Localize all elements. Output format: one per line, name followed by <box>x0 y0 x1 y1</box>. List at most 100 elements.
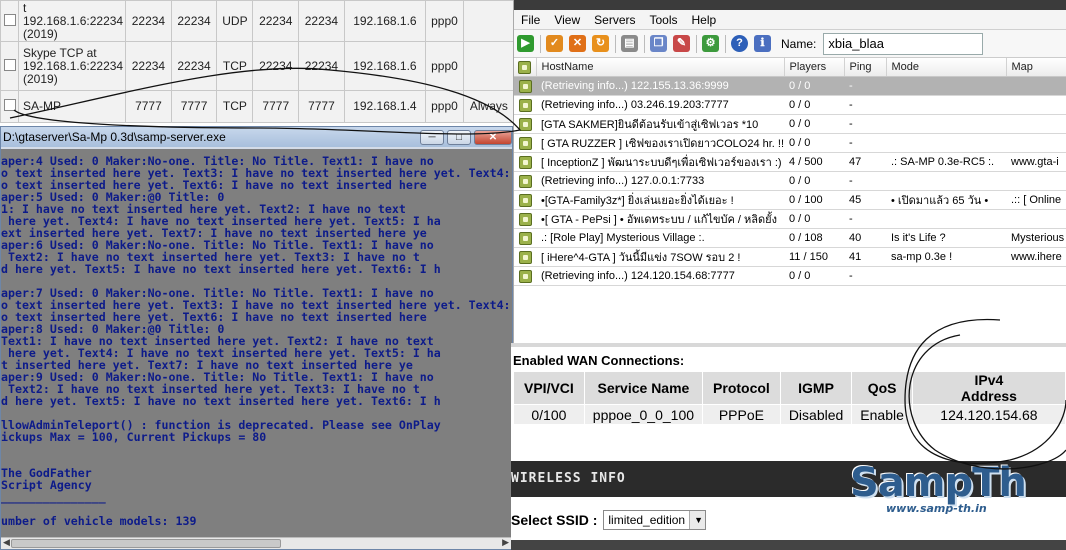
close-button[interactable]: ✕ <box>474 129 512 145</box>
server-players: 11 / 150 <box>784 247 844 267</box>
pf-cell-int-end: 22234 <box>298 0 345 42</box>
column-players[interactable]: Players <box>784 58 845 77</box>
server-properties-icon[interactable]: ▤ <box>621 35 638 52</box>
toolbar-separator <box>540 34 541 53</box>
scroll-right-icon[interactable]: ▶ <box>502 537 509 548</box>
lock-icon <box>518 212 532 226</box>
wan-qos: Enable <box>851 404 913 425</box>
copy-icon[interactable]: ❐ <box>650 35 667 52</box>
server-map <box>1006 114 1066 134</box>
delete-server-icon[interactable]: ✕ <box>569 35 586 52</box>
server-players: 0 / 0 <box>784 266 844 286</box>
row-checkbox[interactable] <box>3 58 16 71</box>
column-ping[interactable]: Ping <box>844 58 887 77</box>
row-checkbox[interactable] <box>3 13 16 26</box>
server-ping: - <box>844 95 886 115</box>
row-checkbox-cell <box>0 0 19 42</box>
lock-cell <box>514 76 536 96</box>
lock-cell <box>514 152 536 172</box>
server-ping: 45 <box>844 190 886 210</box>
help-icon[interactable]: ? <box>731 35 748 52</box>
row-checkbox-cell <box>0 90 19 123</box>
pf-cell-iface: ppp0 <box>425 0 464 42</box>
ssid-label: Select SSID : <box>511 512 598 528</box>
password-column-header[interactable] <box>514 58 537 77</box>
menu-view[interactable]: View <box>547 13 587 27</box>
chevron-down-icon[interactable]: ▼ <box>689 511 706 529</box>
console-horizontal-scrollbar[interactable]: ◀ ▶ <box>1 537 512 549</box>
window-top-strip <box>514 0 1066 10</box>
server-players: 4 / 500 <box>784 152 844 172</box>
lock-cell <box>514 209 536 229</box>
column-hostname[interactable]: HostName <box>536 58 785 77</box>
toolbar-separator <box>615 34 616 53</box>
pf-cell-protocol: UDP <box>216 0 254 42</box>
server-row[interactable]: (Retrieving info...) 127.0.0.1:7733 0 / 0… <box>514 171 1066 191</box>
wan-col-igmp: IGMP <box>779 371 853 405</box>
lock-cell <box>514 228 536 248</box>
server-row[interactable]: [ iHere^4-GTA ] วันนี้มีแข่ง 7SOW รอบ 2 … <box>514 247 1066 267</box>
wan-col-ipv4: IPv4 Address <box>911 371 1066 405</box>
about-icon[interactable]: ℹ <box>754 35 771 52</box>
lock-icon <box>518 60 532 74</box>
minimize-button[interactable]: ─ <box>420 129 444 145</box>
server-row[interactable]: (Retrieving info...) 122.155.13.36:9999 0… <box>514 76 1066 96</box>
toolbar-separator <box>725 34 726 53</box>
pf-cell-name: SA-MP <box>17 90 127 123</box>
server-row[interactable]: •[ GTA - PePsi ] • อัพเดทระบบ / แก้ไขบัค… <box>514 209 1066 229</box>
server-mode <box>886 209 1006 229</box>
player-name-input[interactable] <box>823 32 984 55</box>
lock-icon <box>518 79 532 93</box>
server-mode <box>886 114 1006 134</box>
ssid-row: Select SSID : limited_edition ▼ <box>511 510 707 530</box>
server-row[interactable]: [ GTA RUZZER ] เซิฟของเราเปิดยาวCOLO24 h… <box>514 133 1066 153</box>
server-row[interactable]: (Retrieving info...) 124.120.154.68:7777… <box>514 266 1066 286</box>
menu-help[interactable]: Help <box>685 13 724 27</box>
menu-file[interactable]: File <box>514 13 547 27</box>
server-ping: - <box>844 114 886 134</box>
refresh-icon[interactable]: ↻ <box>592 35 609 52</box>
ssid-select[interactable]: limited_edition ▼ <box>603 510 707 530</box>
port-forward-table: t 192.168.1.6:22234 (2019) 22234 22234 UDP 2… <box>0 0 515 127</box>
server-mode: Is it's Life ? <box>886 228 1006 248</box>
server-host: [ InceptionZ ] พัฒนาระบบดีๆเพื่อเซิฟเวอร… <box>536 152 784 172</box>
pf-cell-protocol: TCP <box>216 90 254 123</box>
server-row[interactable]: •[GTA-Family3z*] ยิ่งเล่นเยอะยิ่งได้เยอะ… <box>514 190 1066 210</box>
pf-cell-ext-start: 22234 <box>125 41 172 91</box>
server-players: 0 / 0 <box>784 209 844 229</box>
server-ping: - <box>844 209 886 229</box>
lock-cell <box>514 266 536 286</box>
add-server-icon[interactable]: ✓ <box>546 35 563 52</box>
console-titlebar[interactable]: D:\gtaserver\Sa-Mp 0.3d\samp-server.exe … <box>1 127 512 147</box>
server-row[interactable]: (Retrieving info...) 03.246.19.203:7777 0… <box>514 95 1066 115</box>
pf-cell-int-start: 22234 <box>252 41 300 91</box>
connect-icon[interactable]: ▶ <box>517 35 534 52</box>
column-map[interactable]: Map <box>1006 58 1066 77</box>
edit-icon[interactable]: ✎ <box>673 35 690 52</box>
pf-cell-ext-end: 7777 <box>170 90 218 123</box>
lock-cell <box>514 171 536 191</box>
server-players: 0 / 0 <box>784 171 844 191</box>
column-mode[interactable]: Mode <box>886 58 1007 77</box>
maximize-button[interactable]: □ <box>447 129 471 145</box>
server-players: 0 / 100 <box>784 190 844 210</box>
wan-igmp: Disabled <box>779 404 853 425</box>
scroll-left-icon[interactable]: ◀ <box>3 537 10 548</box>
lock-cell <box>514 133 536 153</box>
name-label: Name: <box>781 36 817 51</box>
menu-tools[interactable]: Tools <box>642 13 684 27</box>
lock-cell <box>514 114 536 134</box>
server-ping: - <box>844 171 886 191</box>
server-row[interactable]: .: [Role Play] Mysterious Village :. 0 / … <box>514 228 1066 248</box>
server-map: .:: [ Online <box>1006 190 1066 210</box>
menu-servers[interactable]: Servers <box>587 13 642 27</box>
settings-icon[interactable]: ⚙ <box>702 35 719 52</box>
server-row[interactable]: [GTA SAKMER]ยินดีต้อนรับเข้าสู่เซิฟเวอร … <box>514 114 1066 134</box>
server-ping: - <box>844 133 886 153</box>
row-checkbox[interactable] <box>3 99 16 111</box>
server-row[interactable]: [ InceptionZ ] พัฒนาระบบดีๆเพื่อเซิฟเวอร… <box>514 152 1066 172</box>
wan-ipv4: 124.120.154.68 <box>911 404 1066 425</box>
wan-col-qos: QoS <box>851 371 913 405</box>
scrollbar-thumb[interactable] <box>11 539 281 548</box>
wan-service: pppoe_0_0_100 <box>583 404 704 425</box>
